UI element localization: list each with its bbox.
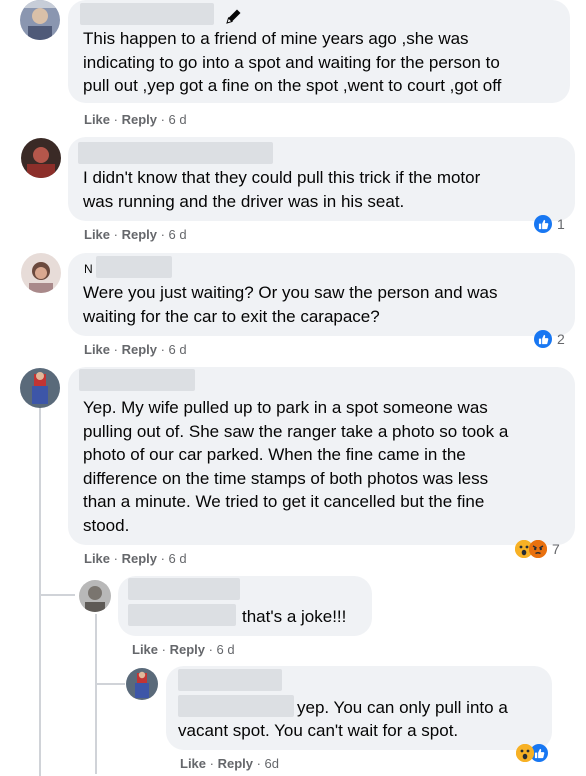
- timestamp[interactable]: 6 d: [169, 342, 187, 357]
- like-link[interactable]: Like: [132, 642, 158, 657]
- like-link[interactable]: Like: [84, 227, 110, 242]
- comment-text: I didn't know that they could pull this …: [83, 168, 481, 211]
- like-link[interactable]: Like: [84, 551, 110, 566]
- comment-actions: Like · Reply · 6 d: [84, 551, 187, 566]
- timestamp[interactable]: 6 d: [169, 112, 187, 127]
- reaction-summary[interactable]: 7: [515, 538, 560, 560]
- reaction-summary[interactable]: 2: [534, 328, 565, 350]
- reaction-summary[interactable]: 1: [534, 213, 565, 235]
- avatar[interactable]: [21, 138, 61, 178]
- author-name-initial: N: [84, 262, 93, 276]
- comment-text: Were you just waiting? Or you saw the pe…: [83, 283, 498, 326]
- comment-actions: Like · Reply · 6 d: [84, 342, 187, 357]
- author-name[interactable]: [178, 669, 282, 691]
- avatar[interactable]: [20, 0, 60, 40]
- reply-link[interactable]: Reply: [122, 551, 157, 566]
- reply-text-line1: yep. You can only pull into a: [297, 698, 508, 717]
- reply-text-line2: vacant spot. You can't wait for a spot.: [178, 721, 459, 740]
- thumbs-up-icon: [534, 215, 552, 233]
- reply-actions: Like · Reply · 6 d: [132, 642, 235, 657]
- comment-actions: Like · Reply · 6 d: [84, 112, 187, 127]
- author-name[interactable]: [128, 578, 240, 600]
- author-name[interactable]: [79, 369, 195, 391]
- author-name[interactable]: [78, 142, 273, 164]
- reply-link[interactable]: Reply: [122, 227, 157, 242]
- timestamp[interactable]: 6 d: [169, 227, 187, 242]
- avatar[interactable]: [21, 253, 61, 293]
- comment-text: This happen to a friend of mine years ag…: [83, 29, 502, 95]
- comment-actions: Like · Reply · 6 d: [84, 227, 187, 242]
- comment-text: Yep. My wife pulled up to park in a spot…: [83, 398, 509, 535]
- thread-line-nested: [95, 614, 97, 774]
- reaction-count: 7: [552, 541, 560, 557]
- thread-line: [39, 406, 41, 776]
- mentioned-name[interactable]: [178, 695, 294, 717]
- avatar[interactable]: [79, 580, 111, 612]
- avatar[interactable]: [126, 668, 158, 700]
- reply-text: that's a joke!!!: [242, 607, 347, 626]
- reaction-count: 2: [557, 331, 565, 347]
- avatar[interactable]: [20, 368, 60, 408]
- timestamp[interactable]: 6 d: [169, 551, 187, 566]
- timestamp[interactable]: 6 d: [217, 642, 235, 657]
- thread-line-branch: [39, 594, 75, 596]
- thread-line-nested-branch: [95, 683, 125, 685]
- mentioned-name[interactable]: [128, 604, 236, 626]
- thumbs-up-icon: [534, 330, 552, 348]
- like-link[interactable]: Like: [84, 342, 110, 357]
- angry-emoji-icon: [529, 540, 547, 558]
- reaction-count: 1: [557, 216, 565, 232]
- author-name[interactable]: [80, 3, 214, 25]
- like-link[interactable]: Like: [84, 112, 110, 127]
- reaction-summary[interactable]: [516, 742, 548, 764]
- author-name[interactable]: [96, 256, 172, 278]
- reply-link[interactable]: Reply: [122, 342, 157, 357]
- reply-link[interactable]: Reply: [122, 112, 157, 127]
- wow-emoji-icon: [516, 744, 534, 762]
- reply-link[interactable]: Reply: [170, 642, 205, 657]
